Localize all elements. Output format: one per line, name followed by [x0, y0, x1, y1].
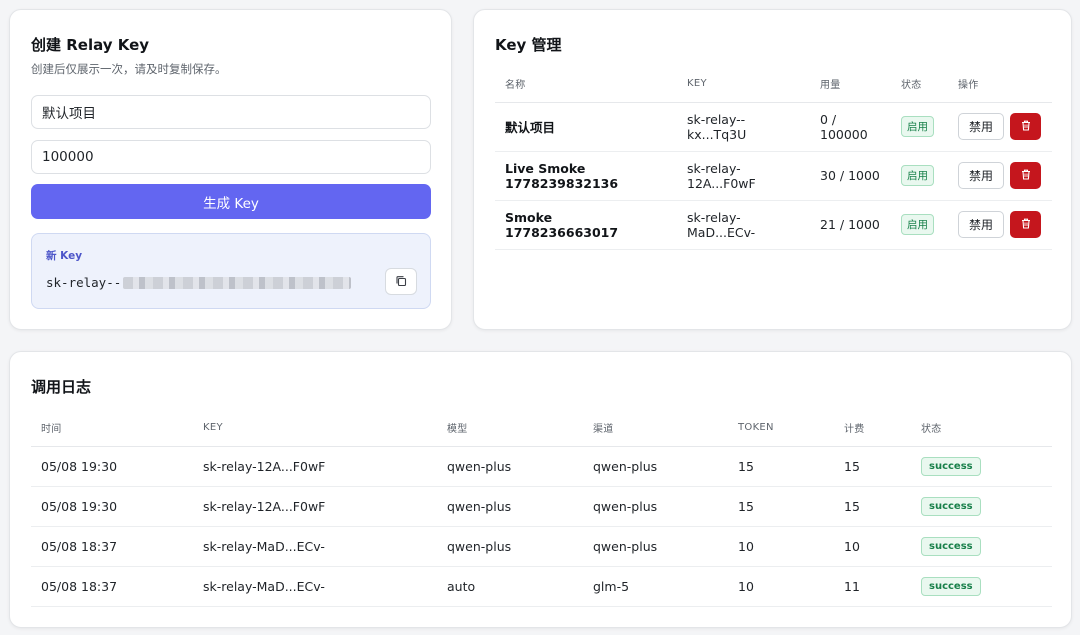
- log-token: 15: [728, 486, 834, 527]
- log-token: 15: [728, 446, 834, 487]
- delete-button[interactable]: [1010, 211, 1041, 238]
- log-channel: qwen-plus: [583, 526, 728, 567]
- copy-key-button[interactable]: [385, 268, 417, 295]
- log-key: sk-relay-MaD...ECv-: [193, 566, 437, 607]
- log-model: qwen-plus: [437, 526, 583, 567]
- log-channel: glm-5: [583, 566, 728, 607]
- disable-button[interactable]: 禁用: [958, 211, 1004, 238]
- key-usage: 21 / 1000: [810, 200, 891, 250]
- table-row: Smoke 1778236663017 sk-relay-MaD...ECv- …: [495, 200, 1052, 250]
- col-header-model: 模型: [437, 410, 583, 447]
- create-key-title: 创建 Relay Key: [31, 36, 150, 54]
- log-key: sk-relay-12A...F0wF: [193, 446, 437, 487]
- col-header-key: KEY: [193, 410, 437, 447]
- copy-icon: [395, 272, 407, 291]
- log-model: auto: [437, 566, 583, 607]
- log-time: 05/08 19:30: [31, 446, 193, 487]
- new-key-label: 新 Key: [46, 250, 83, 262]
- key-usage: 0 / 100000: [810, 102, 891, 152]
- log-time: 05/08 19:30: [31, 486, 193, 527]
- col-header-cost: 计费: [834, 410, 911, 447]
- log-model: qwen-plus: [437, 446, 583, 487]
- key-name: Smoke 1778236663017: [495, 200, 677, 250]
- call-logs-card: 调用日志 时间 KEY 模型 渠道 TOKEN 计费 状态 05/08 19:3…: [9, 351, 1072, 628]
- log-cost: 11: [834, 566, 911, 607]
- create-key-card: 创建 Relay Key 创建后仅展示一次，请及时复制保存。 生成 Key 新 …: [9, 9, 452, 330]
- log-cost: 10: [834, 526, 911, 567]
- log-time: 05/08 18:37: [31, 526, 193, 567]
- table-row: 05/08 18:37 sk-relay-MaD...ECv- auto glm…: [31, 566, 1052, 607]
- status-badge: 启用: [901, 214, 934, 235]
- status-badge: success: [921, 496, 981, 516]
- key-masked: sk-relay--kx...Tq3U: [677, 102, 810, 152]
- key-masked: sk-relay-MaD...ECv-: [677, 200, 810, 250]
- col-header-actions: 操作: [948, 66, 1052, 103]
- key-management-card: Key 管理 名称 KEY 用量 状态 操作 默认项目 sk-relay--kx…: [473, 9, 1072, 330]
- key-quota-input[interactable]: [31, 140, 431, 174]
- status-badge: 启用: [901, 165, 934, 186]
- col-header-status: 状态: [911, 410, 1052, 447]
- log-cost: 15: [834, 486, 911, 527]
- log-channel: qwen-plus: [583, 486, 728, 527]
- call-logs-title: 调用日志: [31, 378, 92, 396]
- status-badge: success: [921, 576, 981, 596]
- logs-table: 时间 KEY 模型 渠道 TOKEN 计费 状态 05/08 19:30 sk-…: [31, 410, 1052, 607]
- log-token: 10: [728, 526, 834, 567]
- log-key: sk-relay-MaD...ECv-: [193, 526, 437, 567]
- log-key: sk-relay-12A...F0wF: [193, 486, 437, 527]
- log-model: qwen-plus: [437, 486, 583, 527]
- create-key-subtitle: 创建后仅展示一次，请及时复制保存。: [31, 62, 227, 76]
- table-row: 05/08 18:37 sk-relay-MaD...ECv- qwen-plu…: [31, 526, 1052, 567]
- key-name: Live Smoke 1778239832136: [495, 151, 677, 201]
- new-key-value: sk-relay--: [46, 275, 352, 290]
- trash-icon: [1021, 168, 1031, 183]
- col-header-status: 状态: [891, 66, 948, 103]
- keys-table-header: 名称 KEY 用量 状态 操作: [495, 66, 1052, 103]
- disable-button[interactable]: 禁用: [958, 113, 1004, 140]
- status-badge: 启用: [901, 116, 934, 137]
- generate-key-button[interactable]: 生成 Key: [31, 184, 431, 219]
- status-badge: success: [921, 536, 981, 556]
- key-name: 默认项目: [495, 102, 677, 152]
- table-row: Live Smoke 1778239832136 sk-relay-12A...…: [495, 151, 1052, 201]
- log-channel: qwen-plus: [583, 446, 728, 487]
- log-cost: 15: [834, 446, 911, 487]
- logs-table-header: 时间 KEY 模型 渠道 TOKEN 计费 状态: [31, 410, 1052, 447]
- table-row: 05/08 19:30 sk-relay-12A...F0wF qwen-plu…: [31, 446, 1052, 487]
- col-header-token: TOKEN: [728, 410, 834, 447]
- table-row: 默认项目 sk-relay--kx...Tq3U 0 / 100000 启用 禁…: [495, 102, 1052, 152]
- trash-icon: [1021, 119, 1031, 134]
- key-name-input[interactable]: [31, 95, 431, 129]
- key-usage: 30 / 1000: [810, 151, 891, 201]
- col-header-time: 时间: [31, 410, 193, 447]
- masked-key-blur: [123, 276, 352, 289]
- key-masked: sk-relay-12A...F0wF: [677, 151, 810, 201]
- new-key-prefix: sk-relay--: [46, 275, 122, 290]
- log-token: 10: [728, 566, 834, 607]
- col-header-key: KEY: [677, 66, 810, 103]
- disable-button[interactable]: 禁用: [958, 162, 1004, 189]
- new-key-panel: 新 Key sk-relay--: [31, 233, 431, 309]
- delete-button[interactable]: [1010, 162, 1041, 189]
- status-badge: success: [921, 456, 981, 476]
- trash-icon: [1021, 217, 1031, 232]
- delete-button[interactable]: [1010, 113, 1041, 140]
- col-header-usage: 用量: [810, 66, 891, 103]
- col-header-name: 名称: [495, 66, 677, 103]
- table-row: 05/08 19:30 sk-relay-12A...F0wF qwen-plu…: [31, 486, 1052, 527]
- keys-table: 名称 KEY 用量 状态 操作 默认项目 sk-relay--kx...Tq3U…: [495, 66, 1052, 250]
- col-header-channel: 渠道: [583, 410, 728, 447]
- log-time: 05/08 18:37: [31, 566, 193, 607]
- key-management-title: Key 管理: [495, 36, 562, 54]
